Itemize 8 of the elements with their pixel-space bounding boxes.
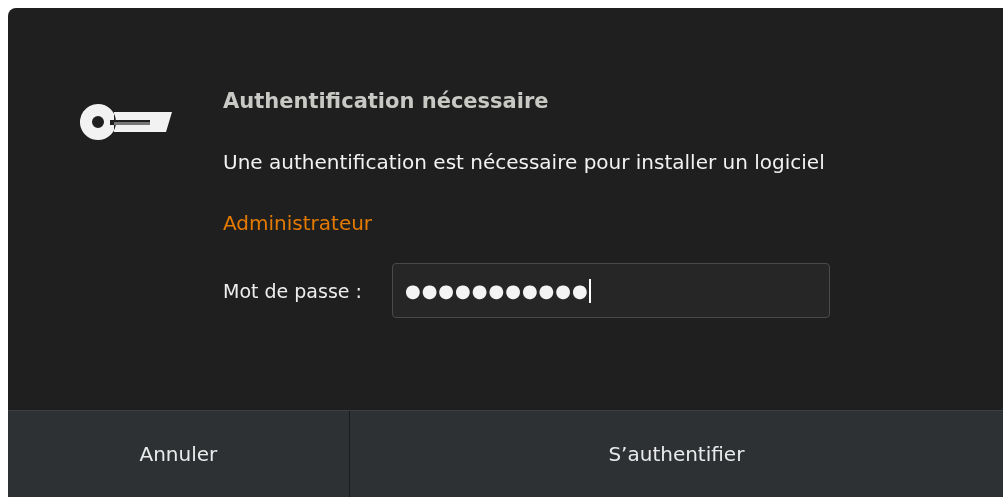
password-label: Mot de passe : — [223, 279, 362, 302]
password-field[interactable]: ●●●●●●●●●●● — [391, 263, 830, 318]
dialog-title: Authentification nécessaire — [223, 88, 550, 114]
authenticate-button[interactable]: S’authentifier — [348, 411, 1003, 497]
cancel-button[interactable]: Annuler — [8, 411, 349, 497]
key-icon — [80, 104, 172, 140]
dialog-message: Une authentification est nécessaire pour installer un logiciel — [223, 149, 826, 176]
user-name: Administrateur — [223, 210, 374, 236]
